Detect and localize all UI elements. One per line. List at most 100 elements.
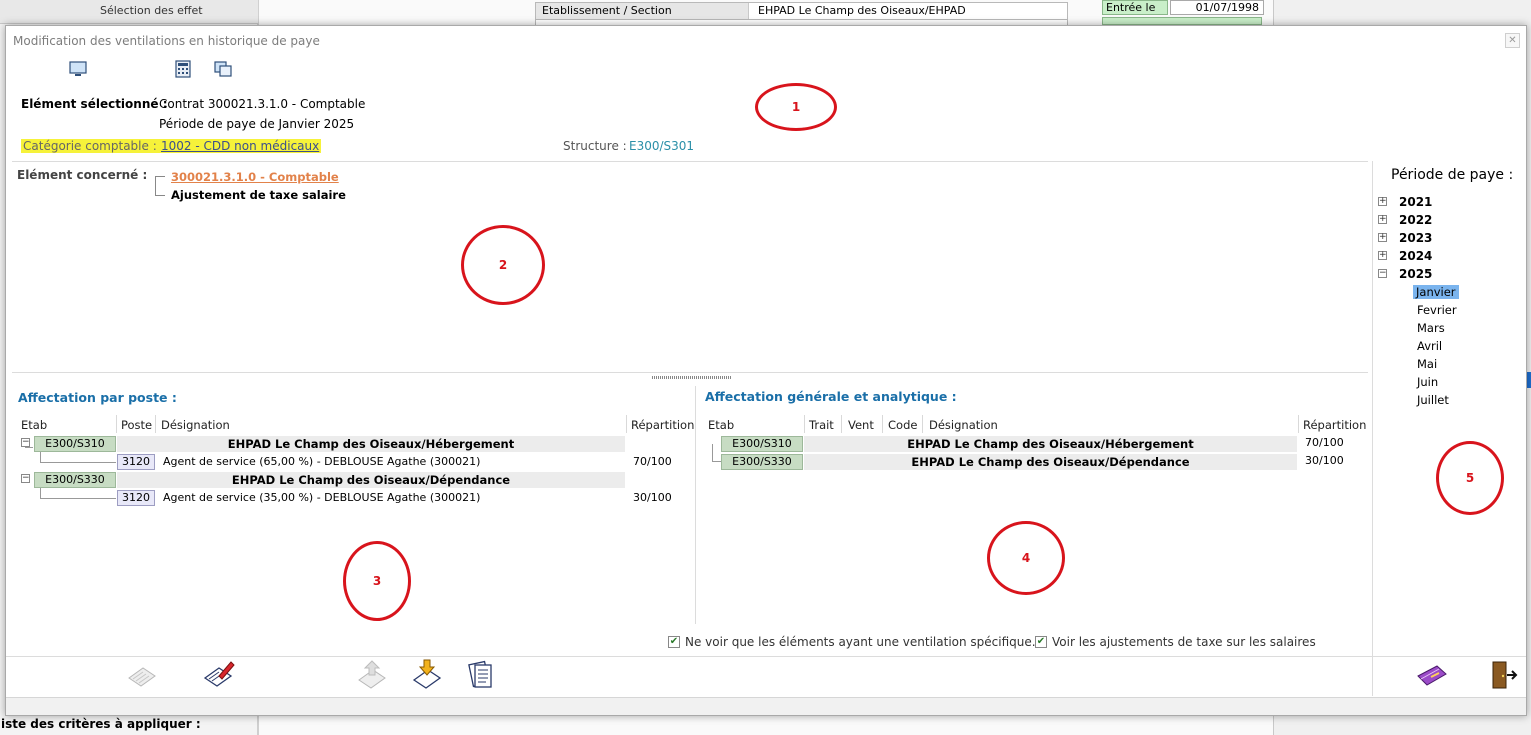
poste-designation: Agent de service (35,00 %) - DEBLOUSE Ag…	[163, 491, 481, 504]
general-etab-box[interactable]: E300/S310	[721, 436, 803, 452]
collapse-icon[interactable]: −	[21, 438, 30, 447]
general-col-repartition: Répartition	[1303, 418, 1367, 432]
poste-col-repartition: Répartition	[631, 418, 695, 432]
poste-group-name: EHPAD Le Champ des Oiseaux/Dépendance	[231, 473, 511, 487]
poste-code-box[interactable]: 3120	[117, 454, 155, 470]
year-node[interactable]: 2024	[1399, 249, 1432, 263]
period-value: Période de paye de Janvier 2025	[159, 117, 355, 131]
splitter-line	[12, 372, 1368, 373]
year-node[interactable]: 2021	[1399, 195, 1432, 209]
background-left-toolbar: Sélection des effet	[0, 0, 258, 24]
month-node[interactable]: Mars	[1417, 321, 1445, 335]
month-node[interactable]: Fevrier	[1417, 303, 1457, 317]
year-node[interactable]: 2022	[1399, 213, 1432, 227]
general-col-sep	[804, 415, 805, 433]
only-specific-label: Ne voir que les éléments ayant une venti…	[685, 635, 1036, 649]
period-divider	[1372, 161, 1373, 696]
poste-etab-box[interactable]: E300/S330	[34, 472, 116, 488]
category-link[interactable]: 1002 - CDD non médicaux	[159, 139, 322, 153]
expand-icon[interactable]: +	[1378, 197, 1387, 206]
poste-col-poste: Poste	[121, 418, 153, 432]
general-col-sep	[882, 415, 883, 433]
poste-etab-box[interactable]: E300/S310	[34, 436, 116, 452]
general-col-vent: Vent	[848, 418, 874, 432]
calculator-icon[interactable]	[173, 60, 193, 78]
month-node[interactable]: Juin	[1417, 375, 1438, 389]
month-node[interactable]: Juillet	[1417, 393, 1449, 407]
element-link[interactable]: 300021.3.1.0 - Comptable	[171, 170, 339, 184]
month-node-selected[interactable]: Janvier	[1413, 285, 1459, 299]
annotation-circle-4: 4	[987, 521, 1065, 595]
selected-element-label: Elément sélectionné :	[21, 97, 168, 111]
general-repartition: 70/100	[1305, 436, 1344, 449]
poste-repartition: 30/100	[633, 491, 672, 504]
footer-divider	[6, 656, 1526, 657]
general-col-etab: Etab	[708, 418, 735, 432]
background-criteria-label: iste des critères à appliquer :	[1, 717, 201, 731]
element-concerned-label: Elément concerné :	[17, 168, 148, 182]
ventilation-dialog: Modification des ventilations en histori…	[5, 25, 1527, 716]
poste-code-box[interactable]: 3120	[117, 490, 155, 506]
tree-line	[25, 447, 33, 448]
collapse-icon[interactable]: −	[1378, 269, 1387, 278]
poste-col-designation: Désignation	[161, 418, 230, 432]
expand-icon[interactable]: +	[1378, 233, 1387, 242]
poste-col-sep	[116, 415, 117, 433]
element-sub: Ajustement de taxe salaire	[171, 188, 346, 202]
header-divider	[12, 161, 1368, 162]
background-row-value: EHPAD Le Champ des Oiseaux/EHPAD	[758, 4, 966, 17]
month-node[interactable]: Mai	[1417, 357, 1437, 371]
structure-label: Structure :	[563, 139, 627, 153]
document-disabled-icon[interactable]	[125, 658, 159, 692]
tree-line	[40, 452, 116, 463]
only-specific-checkbox[interactable]: ✔	[668, 636, 680, 648]
background-etablissement-row: Etablissement / Section EHPAD Le Champ d…	[535, 2, 1068, 20]
purple-card-icon[interactable]	[1415, 658, 1449, 692]
background-left-text: Sélection des effet	[100, 4, 203, 17]
windows-icon[interactable]	[213, 60, 233, 78]
background-entry-label: Entrée le	[1102, 0, 1168, 15]
general-repartition: 30/100	[1305, 454, 1344, 467]
background-entry-field: Entrée le 01/07/1998	[1102, 0, 1264, 16]
structure-value: E300/S301	[629, 139, 695, 153]
export-disabled-icon[interactable]	[355, 658, 389, 692]
close-button[interactable]: ✕	[1505, 33, 1520, 48]
poste-repartition: 70/100	[633, 455, 672, 468]
background-entry-value: 01/07/1998	[1170, 0, 1264, 15]
year-node[interactable]: 2023	[1399, 231, 1432, 245]
import-icon[interactable]	[410, 658, 444, 692]
general-col-designation: Désignation	[929, 418, 998, 432]
edit-document-icon[interactable]	[201, 658, 235, 692]
general-col-trait: Trait	[809, 418, 834, 432]
poste-col-sep	[626, 415, 627, 433]
poste-col-sep	[155, 415, 156, 433]
background-entry-badge	[1102, 17, 1262, 25]
period-tree-title: Période de paye :	[1391, 167, 1514, 183]
show-tax-checkbox[interactable]: ✔	[1035, 636, 1047, 648]
tree-line	[712, 444, 721, 462]
annotation-circle-5: 5	[1436, 441, 1504, 515]
general-designation: EHPAD Le Champ des Oiseaux/Dépendance	[911, 455, 1190, 469]
month-node[interactable]: Avril	[1417, 339, 1442, 353]
poste-designation: Agent de service (65,00 %) - DEBLOUSE Ag…	[163, 455, 481, 468]
poste-group-name: EHPAD Le Champ des Oiseaux/Hébergement	[227, 437, 515, 451]
exit-door-icon[interactable]	[1485, 658, 1519, 692]
documents-icon[interactable]	[465, 658, 499, 692]
poste-col-etab: Etab	[21, 418, 48, 432]
annotation-circle-2: 2	[461, 225, 545, 305]
year-node[interactable]: 2025	[1399, 267, 1432, 281]
collapse-icon[interactable]: −	[21, 474, 30, 483]
expand-icon[interactable]: +	[1378, 251, 1387, 260]
dialog-title: Modification des ventilations en histori…	[13, 34, 320, 48]
poste-section-title: Affectation par poste :	[18, 390, 177, 405]
expand-icon[interactable]: +	[1378, 215, 1387, 224]
background-row-label: Etablissement / Section	[536, 3, 749, 19]
splitter-grip[interactable]	[652, 376, 732, 379]
general-etab-box[interactable]: E300/S330	[721, 454, 803, 470]
status-bar	[6, 697, 1526, 715]
general-col-sep	[841, 415, 842, 433]
monitor-icon[interactable]	[68, 60, 88, 78]
tree-line	[40, 488, 116, 499]
annotation-circle-3: 3	[343, 541, 411, 621]
selected-element-value: Contrat 300021.3.1.0 - Comptable	[159, 97, 366, 111]
